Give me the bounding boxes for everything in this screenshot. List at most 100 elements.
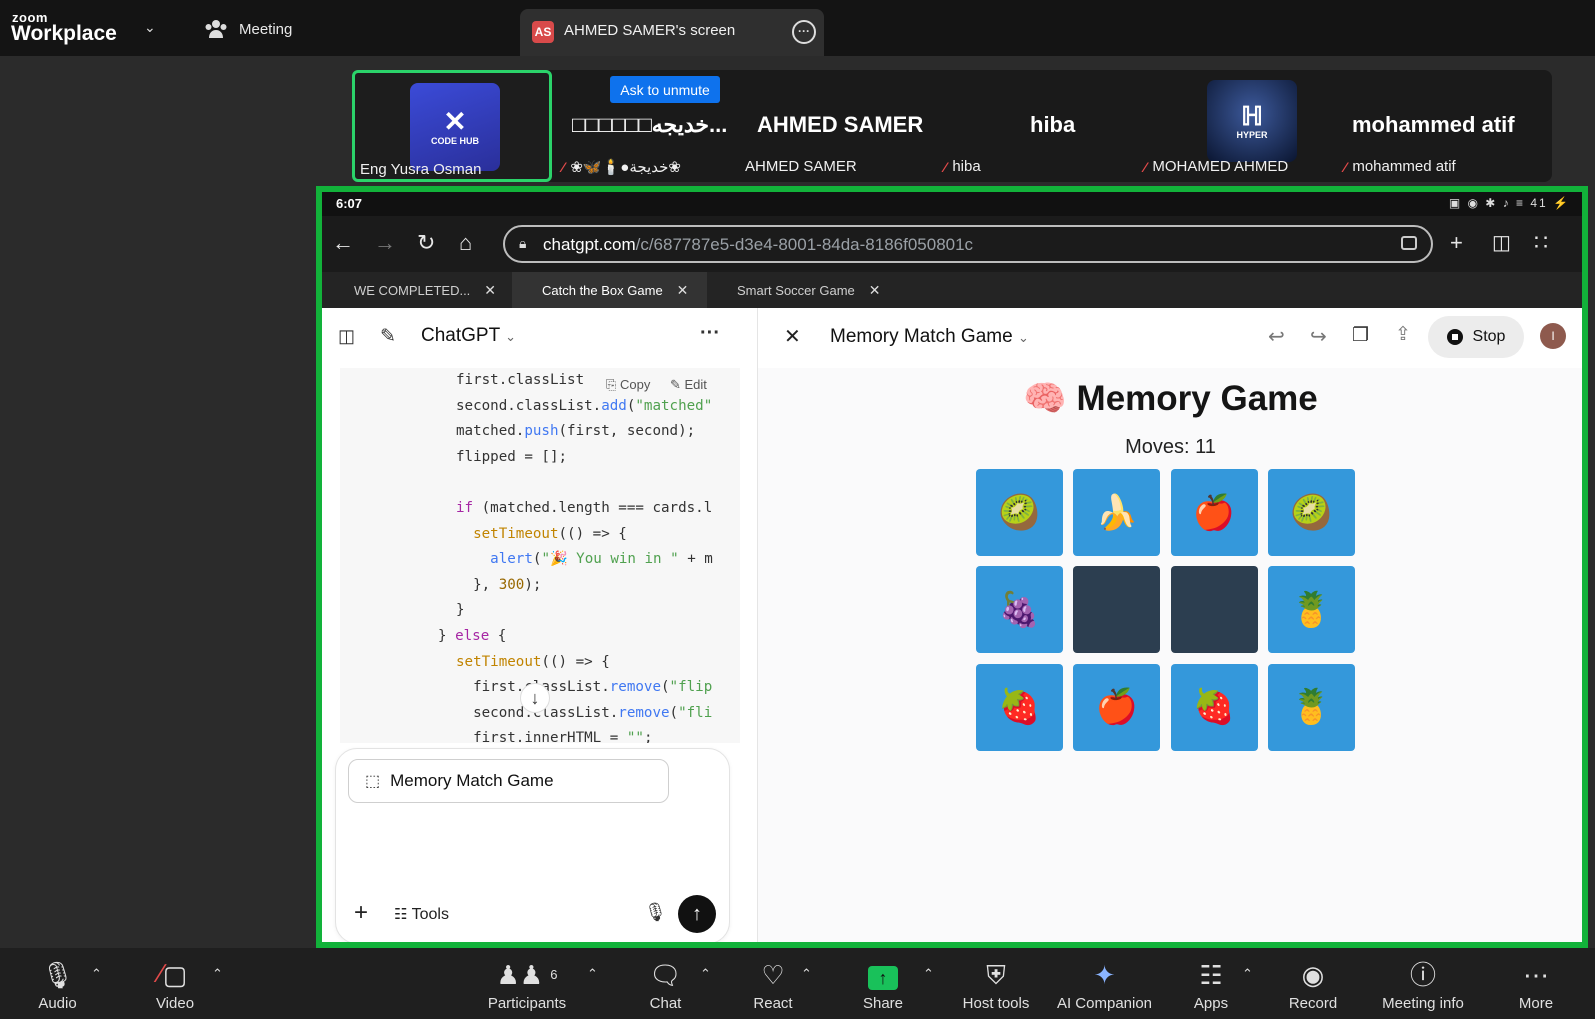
shared-screen[interactable]: 6:07 ▣ ◉ ✱ ♪ ≡ 41 ⚡ ← → ↻ ⌂ 🔒︎ chatgpt.c… bbox=[316, 186, 1588, 948]
participants-icon: ♟♟ 6 bbox=[496, 960, 558, 990]
memory-card-face-up[interactable]: 🍓 bbox=[1170, 663, 1258, 751]
home-icon[interactable]: ⌂ bbox=[459, 230, 472, 256]
memory-card-face-down[interactable] bbox=[1073, 566, 1161, 654]
more-options-icon[interactable]: ··· bbox=[792, 20, 816, 44]
memory-card-face-up[interactable]: 🍇 bbox=[976, 566, 1063, 654]
close-icon[interactable]: ✕ bbox=[784, 324, 801, 349]
card-grid: 🥝 🍌 🍎 🥝 🍇 🍍 🍓 🍎 🍓 🍍 bbox=[976, 469, 1356, 759]
tools-button[interactable]: ☷ Tools bbox=[394, 905, 449, 924]
browser-tab[interactable]: Smart Soccer Game ✕ bbox=[707, 272, 897, 308]
chat-button[interactable]: 🗨︎ Chat bbox=[643, 960, 688, 1012]
meeting-tab[interactable]: Meeting bbox=[239, 21, 292, 38]
participant-name: AHMED SAMER bbox=[745, 158, 857, 175]
participant-tile[interactable]: ⁄ MOHAMED AHMED bbox=[1144, 70, 1352, 182]
forward-icon[interactable]: → bbox=[374, 230, 396, 256]
memory-card-face-up[interactable]: 🍌 bbox=[1073, 469, 1161, 556]
avatar[interactable]: I bbox=[1540, 323, 1566, 349]
undo-icon[interactable]: ↩ bbox=[1268, 324, 1285, 349]
memory-card-face-up[interactable]: 🍎 bbox=[1170, 469, 1258, 556]
video-button[interactable]: ▢ ∕ Video bbox=[145, 958, 205, 1012]
new-chat-icon[interactable]: ✎ bbox=[380, 325, 396, 348]
reload-icon[interactable]: ↻ bbox=[417, 230, 435, 256]
memory-card-face-down[interactable] bbox=[1170, 566, 1258, 654]
share-icon[interactable]: ⇪ bbox=[1395, 323, 1411, 346]
tab-label: Smart Soccer Game bbox=[737, 282, 855, 298]
memory-card-face-up[interactable]: 🍓 bbox=[976, 663, 1063, 751]
send-button[interactable]: ↑ bbox=[678, 895, 716, 933]
record-button[interactable]: ◉ Record bbox=[1283, 960, 1343, 1012]
tabs-icon[interactable] bbox=[1401, 236, 1417, 250]
apps-icon: ☷ bbox=[1199, 960, 1223, 990]
close-icon[interactable]: ✕ bbox=[484, 282, 496, 299]
address-bar[interactable]: 🔒︎ chatgpt.com/c/687787e5-d3e4-8001-84da… bbox=[503, 225, 1433, 263]
copy-button[interactable]: ⎘ Copy bbox=[602, 372, 655, 398]
participant-tile[interactable]: ✕ CODE HUB Eng Yusra Osman bbox=[352, 70, 552, 182]
react-options-caret[interactable]: ⌃ bbox=[801, 966, 812, 982]
model-selector[interactable]: ChatGPT ⌄ bbox=[421, 325, 516, 347]
apps-button[interactable]: ☷ Apps bbox=[1191, 960, 1231, 1012]
scroll-down-icon[interactable]: ↓ bbox=[520, 683, 550, 713]
menu-icon[interactable]: ∷ bbox=[1534, 230, 1548, 256]
chat-options-caret[interactable]: ⌃ bbox=[700, 966, 711, 982]
audio-button[interactable]: 🎙︎ Audio bbox=[30, 960, 85, 1012]
chat-icon: 🗨︎ bbox=[648, 960, 682, 990]
redo-icon[interactable]: ↪ bbox=[1310, 324, 1327, 349]
status-icons: ▣ ◉ ✱ ♪ ≡ 41 ⚡ bbox=[1448, 196, 1570, 210]
moves-counter: Moves: 11 bbox=[1125, 436, 1216, 458]
share-button[interactable]: ↑ Share bbox=[858, 960, 908, 1012]
participant-name: ⁄ hiba bbox=[944, 158, 981, 175]
zoom-workplace-logo[interactable]: Workplace bbox=[11, 22, 117, 46]
stop-button[interactable]: Stop bbox=[1428, 316, 1524, 358]
participant-name: ⁄ ❀🦋🕯️●خديجة❀ bbox=[562, 158, 681, 176]
canvas-icon: ⬚ bbox=[365, 773, 381, 790]
top-bar: zoom Workplace ⌄ Meeting AS AHMED SAMER'… bbox=[0, 0, 1595, 56]
participants-options-caret[interactable]: ⌃ bbox=[587, 966, 598, 982]
memory-card-face-up[interactable]: 🥝 bbox=[1267, 469, 1355, 556]
close-icon[interactable]: ✕ bbox=[677, 282, 689, 299]
stop-label: Stop bbox=[1472, 328, 1506, 345]
add-attachment-icon[interactable]: + bbox=[354, 899, 368, 927]
memory-card-face-up[interactable]: 🍍 bbox=[1267, 566, 1355, 654]
ai-companion-button[interactable]: ✦ AI Companion bbox=[1052, 960, 1157, 1012]
sharer-avatar-badge: AS bbox=[532, 21, 554, 43]
chevron-down-icon[interactable]: ⌄ bbox=[144, 19, 156, 36]
browser-tab-active[interactable]: Catch the Box Game ✕ bbox=[512, 272, 707, 308]
status-time: 6:07 bbox=[336, 196, 363, 211]
memory-card-face-up[interactable]: 🥝 bbox=[976, 469, 1063, 556]
participant-tile[interactable]: AHMED SAMER AHMED SAMER bbox=[745, 70, 952, 182]
canvas-title-dropdown[interactable]: Memory Match Game ⌄ bbox=[830, 326, 1029, 348]
meeting-info-button[interactable]: ⓘ Meeting info bbox=[1373, 960, 1473, 1012]
host-tools-button[interactable]: ⛨ Host tools bbox=[958, 960, 1034, 1012]
apps-options-caret[interactable]: ⌃ bbox=[1242, 966, 1253, 982]
copy-icon[interactable]: ❐ bbox=[1352, 324, 1369, 347]
mic-muted-icon: ⁄ bbox=[1144, 158, 1147, 175]
microphone-icon[interactable]: 🎙︎ bbox=[644, 902, 667, 923]
meeting-toolbar: 🎙︎ Audio ⌃ ▢ ∕ Video ⌃ ♟♟ 6 Participants … bbox=[0, 948, 1595, 1019]
participants-button[interactable]: ♟♟ 6 Participants bbox=[482, 960, 572, 1012]
share-options-caret[interactable]: ⌃ bbox=[923, 966, 934, 982]
participant-tile[interactable]: hiba ⁄ hiba bbox=[944, 70, 1152, 182]
participant-tile[interactable]: mohammed atif ⁄ mohammed atif bbox=[1344, 70, 1552, 182]
close-icon[interactable]: ✕ bbox=[869, 282, 881, 299]
message-composer[interactable]: ⬚ Memory Match Game + ☷ Tools 🎙︎ ↑ bbox=[335, 748, 730, 942]
browser-toolbar: ← → ↻ ⌂ 🔒︎ chatgpt.com/c/687787e5-d3e4-8… bbox=[322, 216, 1582, 272]
browser-tab[interactable]: WE COMPLETED... ✕ bbox=[322, 272, 512, 308]
tab-label: WE COMPLETED... bbox=[354, 282, 471, 298]
sidebar-toggle-icon[interactable]: ◫ bbox=[338, 326, 355, 347]
canvas-header: ✕ Memory Match Game ⌄ ↩ ↪ ❐ ⇪ Stop I bbox=[758, 308, 1582, 368]
audio-options-caret[interactable]: ⌃ bbox=[91, 966, 102, 982]
edit-button[interactable]: ✎ Edit bbox=[666, 372, 711, 398]
screen-share-tab[interactable]: AS AHMED SAMER's screen ··· bbox=[520, 9, 824, 56]
split-view-icon[interactable]: ◫ bbox=[1492, 230, 1511, 255]
back-icon[interactable]: ← bbox=[332, 230, 354, 256]
canvas-chip[interactable]: ⬚ Memory Match Game bbox=[348, 759, 669, 803]
participant-tile[interactable]: ...خديجه□□□□□□ ⁄ ❀🦋🕯️●خديجة❀ bbox=[557, 70, 752, 182]
heart-icon: ♡ bbox=[761, 960, 785, 990]
memory-card-face-up[interactable]: 🍎 bbox=[1073, 663, 1161, 751]
memory-card-face-up[interactable]: 🍍 bbox=[1267, 663, 1355, 751]
video-options-caret[interactable]: ⌃ bbox=[212, 966, 223, 982]
more-options-icon[interactable]: ··· bbox=[700, 322, 720, 345]
react-button[interactable]: ♡ React bbox=[748, 960, 798, 1012]
new-tab-icon[interactable]: + bbox=[1450, 230, 1463, 256]
more-button[interactable]: ⋯ More bbox=[1513, 960, 1559, 1012]
